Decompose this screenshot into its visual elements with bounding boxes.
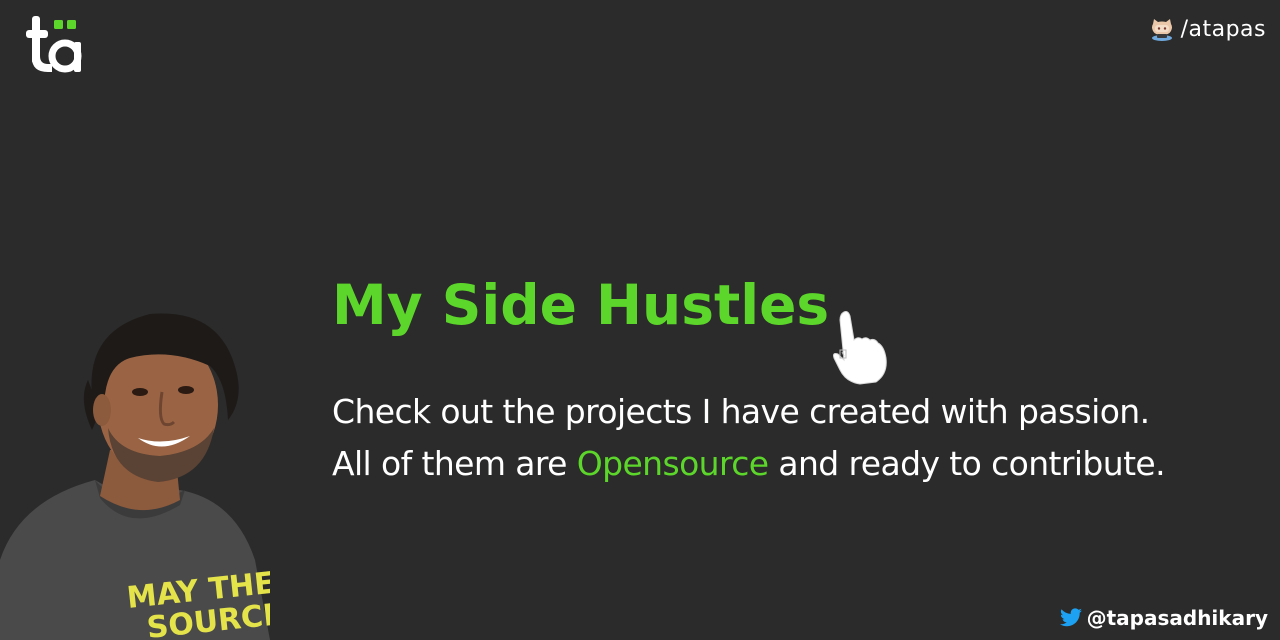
github-handle-text: /atapas [1180, 16, 1266, 42]
twitter-bird-icon [1059, 608, 1082, 627]
ta-logo-icon [26, 16, 82, 73]
description-line-1: Check out the projects I have created wi… [332, 392, 1150, 431]
description-line-2-end: and ready to contribute. [768, 444, 1166, 483]
description-line-2: All of them are Opensource and ready to … [332, 438, 1166, 490]
twitter-handle[interactable]: @tapasadhikary [1059, 606, 1268, 630]
octocat-icon [1151, 19, 1172, 41]
twitter-handle-text: @tapasadhikary [1086, 606, 1268, 630]
description: Check out the projects I have created wi… [332, 386, 1166, 490]
github-handle[interactable]: /atapas [1149, 16, 1266, 42]
page-title: My Side Hustles [332, 273, 830, 337]
brand-logo [26, 12, 84, 78]
author-portrait: MAY THE SOURCE [0, 300, 270, 640]
pointing-hand-icon [832, 308, 890, 386]
description-line-2-start: All of them are [332, 444, 577, 483]
opensource-highlight: Opensource [576, 444, 769, 483]
